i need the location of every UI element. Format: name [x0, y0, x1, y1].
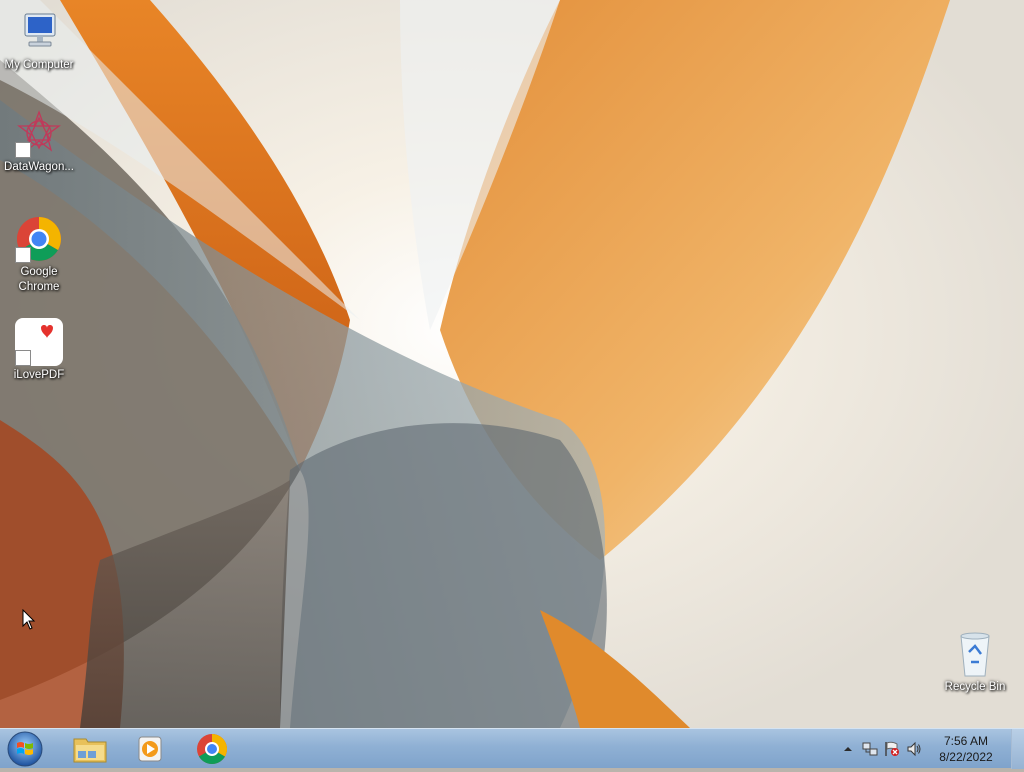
desktop-wallpaper[interactable] [0, 0, 1024, 728]
volume-icon[interactable] [906, 741, 922, 757]
shortcut-arrow-icon [15, 247, 31, 263]
desktop-icon-datawagon[interactable]: DataWagon... [0, 110, 78, 175]
desktop-icon-label: Recycle Bin [944, 681, 1006, 693]
desktop-icon-label: iLovePDF [13, 369, 65, 381]
shortcut-arrow-icon [15, 142, 31, 158]
chrome-icon [15, 215, 63, 263]
desktop-icon-label: Google Chrome [18, 266, 60, 293]
taskbar-clock[interactable]: 7:56 AM 8/22/2022 [926, 733, 1006, 765]
ilovepdf-icon [15, 318, 63, 366]
recycle-bin-icon [951, 630, 999, 678]
desktop-icon-recycle-bin[interactable]: Recycle Bin [936, 630, 1014, 695]
chrome-icon [197, 734, 228, 765]
taskbar: 7:56 AM 8/22/2022 [0, 728, 1024, 769]
datawagon-icon [15, 110, 63, 158]
desktop-icon-google-chrome[interactable]: Google Chrome [0, 215, 78, 295]
start-button[interactable] [4, 730, 46, 768]
shortcut-arrow-icon [15, 350, 31, 366]
media-player-icon [138, 736, 162, 762]
desktop-icon-label: My Computer [4, 59, 74, 71]
clock-time: 7:56 AM [943, 734, 989, 748]
show-hidden-icons-arrow[interactable] [840, 741, 856, 757]
notification-area: 7:56 AM 8/22/2022 [834, 729, 1024, 769]
desktop-icon-label: DataWagon... [4, 161, 74, 173]
desktop-icon-ilovepdf[interactable]: iLovePDF [0, 318, 78, 383]
show-desktop-button[interactable] [1011, 729, 1024, 769]
taskbar-media-player-button[interactable] [127, 731, 175, 767]
clock-date: 8/22/2022 [939, 750, 993, 764]
action-center-flag-icon[interactable] [884, 741, 900, 757]
windows-explorer-icon [73, 738, 107, 763]
desktop-icon-my-computer[interactable]: My Computer [0, 8, 78, 73]
network-icon[interactable] [862, 741, 878, 757]
taskbar-chrome-button[interactable] [189, 731, 237, 767]
mouse-cursor-icon [22, 609, 36, 630]
computer-icon [15, 8, 63, 56]
taskbar-windows-explorer-button[interactable] [66, 731, 114, 767]
